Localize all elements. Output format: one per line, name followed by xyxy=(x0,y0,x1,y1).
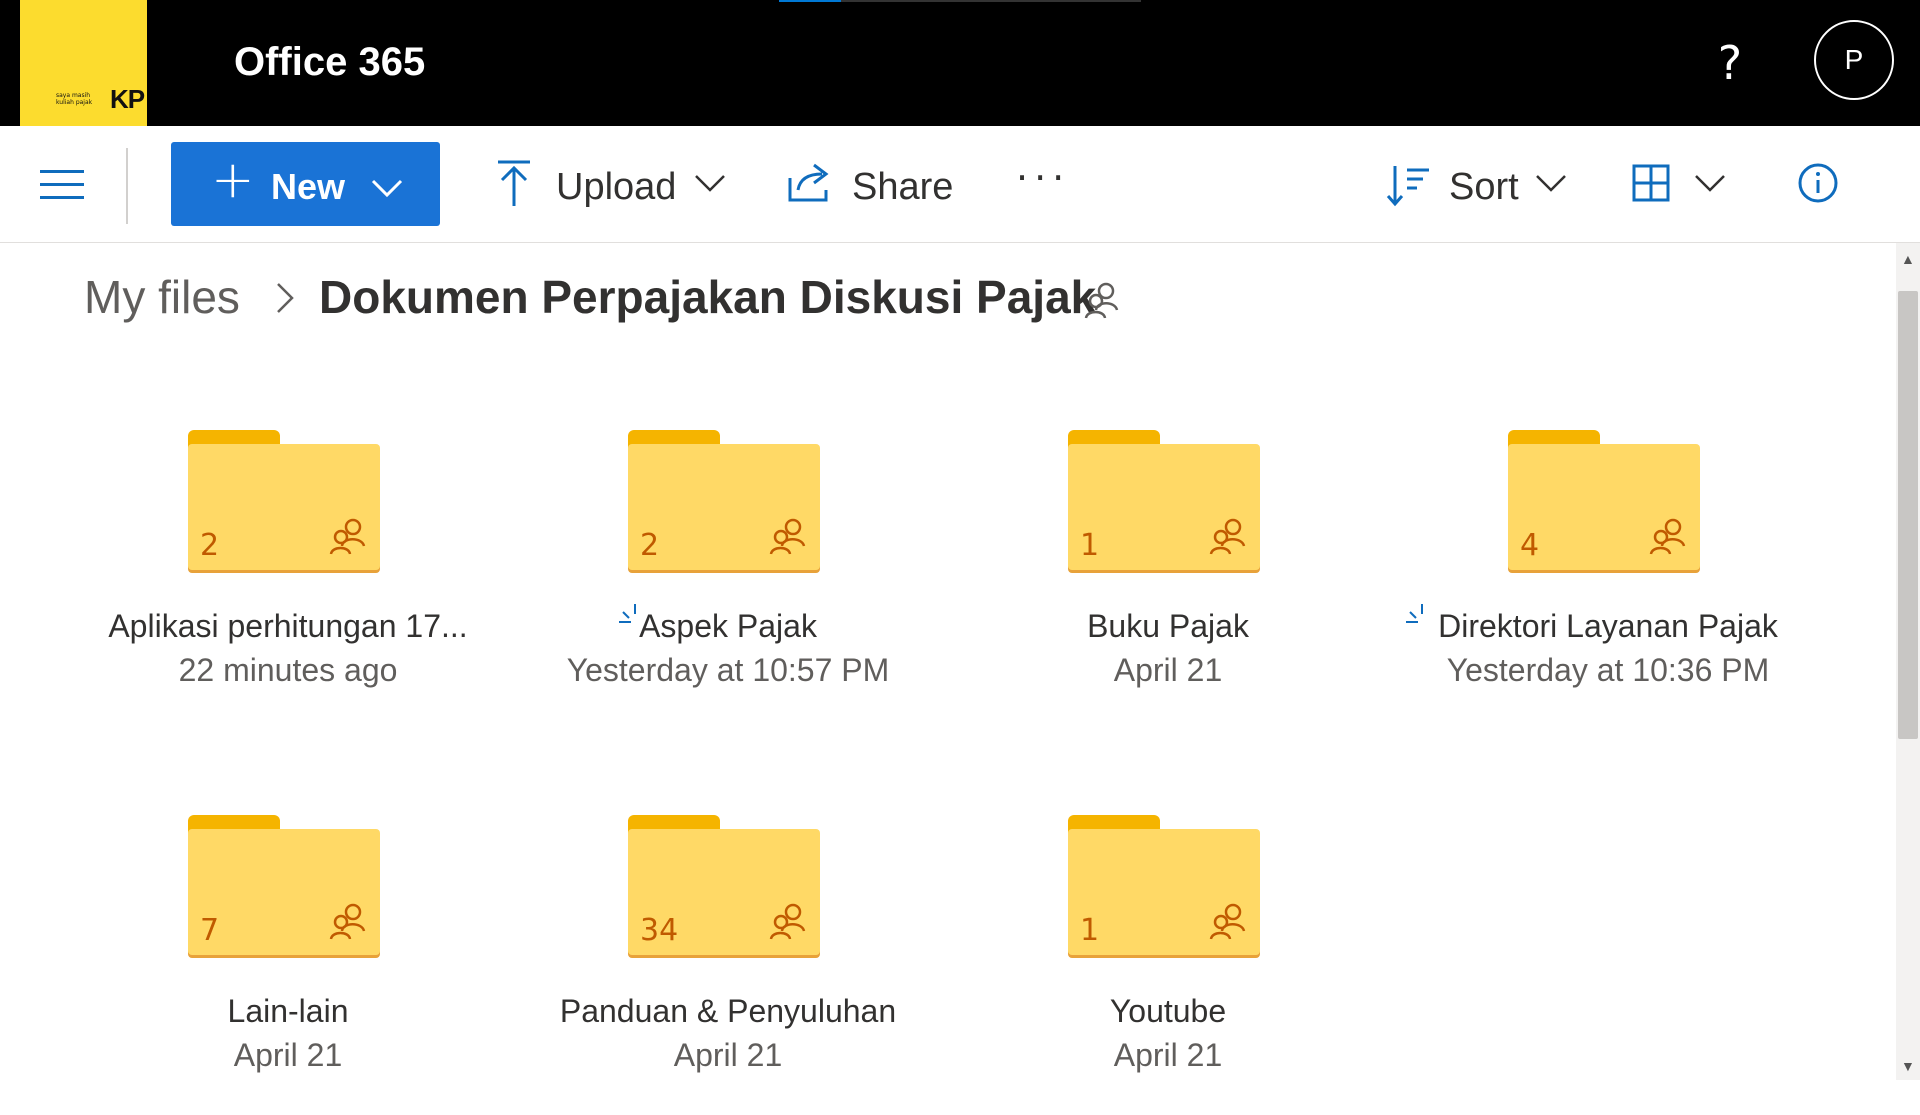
shared-people-icon xyxy=(1084,282,1119,319)
share-icon xyxy=(788,163,829,202)
avatar[interactable]: P xyxy=(1814,20,1894,100)
folder-name[interactable]: Aplikasi perhitungan 17... xyxy=(68,608,508,645)
folder-tile[interactable]: 4 Direktori Layanan Pajak Yesterday at 10:… xyxy=(1388,430,1828,730)
folder-icon[interactable]: 4 xyxy=(1508,430,1700,570)
folder-item-count: 1 xyxy=(1080,913,1100,948)
folder-icon[interactable]: 34 xyxy=(628,815,820,955)
folder-tile[interactable]: 1 Youtube April 21 xyxy=(948,815,1388,1115)
folder-item-count: 4 xyxy=(1520,528,1540,563)
hamburger-menu-icon[interactable] xyxy=(40,170,86,200)
share-label: Share xyxy=(852,166,954,208)
suite-header: saya masih kuliah pajak KP Office 365 ? … xyxy=(0,0,1920,126)
shared-people-icon xyxy=(328,516,368,561)
folder-name[interactable]: Panduan & Penyuluhan xyxy=(508,993,948,1030)
command-bar: + New Upload Share ··· Sort xyxy=(0,126,1920,243)
folder-item-count: 7 xyxy=(200,913,220,948)
upload-button[interactable]: Upload xyxy=(492,126,732,242)
scroll-down-icon[interactable]: ▼ xyxy=(1901,1058,1915,1074)
folder-name[interactable]: Aspek Pajak xyxy=(508,608,948,645)
folder-tile[interactable]: 2 Aplikasi perhitungan 17... 22 minutes ag… xyxy=(68,430,508,730)
folder-icon[interactable]: 2 xyxy=(188,430,380,570)
info-icon[interactable] xyxy=(1797,162,1839,204)
folder-name[interactable]: Direktori Layanan Pajak xyxy=(1388,608,1828,645)
breadcrumb-my-files[interactable]: My files xyxy=(84,270,240,324)
shared-people-icon xyxy=(1208,516,1248,561)
folder-icon[interactable]: 2 xyxy=(628,430,820,570)
toolbar-divider xyxy=(126,148,128,224)
view-options-button[interactable] xyxy=(1632,126,1732,242)
loading-progress-fill xyxy=(779,0,841,2)
folder-item-count: 34 xyxy=(640,913,679,948)
chevron-down-icon xyxy=(371,179,403,198)
vertical-scrollbar[interactable]: ▲ ▼ xyxy=(1896,243,1920,1080)
folder-modified-date: 22 minutes ago xyxy=(178,652,398,688)
folder-modified-date: April 21 xyxy=(233,1037,343,1073)
scroll-up-icon[interactable]: ▲ xyxy=(1901,251,1915,267)
folder-tile[interactable]: 7 Lain-lain April 21 xyxy=(68,815,508,1115)
shared-people-icon xyxy=(1208,901,1248,946)
new-button[interactable]: + New xyxy=(171,142,440,226)
chevron-down-icon xyxy=(1536,175,1566,192)
folder-icon[interactable]: 1 xyxy=(1068,430,1260,570)
brand-logo[interactable]: saya masih kuliah pajak KP xyxy=(20,0,147,126)
folder-item-count: 2 xyxy=(640,528,660,563)
shared-people-icon xyxy=(768,901,808,946)
sort-label: Sort xyxy=(1449,166,1519,208)
shared-people-icon xyxy=(1648,516,1688,561)
new-button-label: New xyxy=(271,166,346,207)
folder-name[interactable]: Lain-lain xyxy=(68,993,508,1030)
brand-tagline: saya masih kuliah pajak xyxy=(56,92,93,106)
folder-modified-date: April 21 xyxy=(1113,652,1223,688)
folder-modified-date: April 21 xyxy=(673,1037,783,1073)
upload-icon xyxy=(498,160,530,206)
folder-tile[interactable]: 34 Panduan & Penyuluhan April 21 xyxy=(508,815,948,1115)
folder-item-count: 2 xyxy=(200,528,220,563)
chevron-right-icon xyxy=(277,283,294,313)
folder-icon[interactable]: 1 xyxy=(1068,815,1260,955)
sort-icon xyxy=(1386,166,1429,207)
chevron-down-icon xyxy=(695,175,725,192)
sort-button[interactable]: Sort xyxy=(1385,126,1575,242)
scrollbar-thumb[interactable] xyxy=(1898,291,1918,739)
loading-progress-bar xyxy=(779,0,1141,2)
grid-view-icon xyxy=(1632,164,1670,202)
folder-tile[interactable]: 1 Buku Pajak April 21 xyxy=(948,430,1388,730)
shared-people-icon xyxy=(768,516,808,561)
shared-people-icon xyxy=(328,901,368,946)
folder-modified-date: Yesterday at 10:36 PM xyxy=(1446,652,1770,688)
folder-name[interactable]: Youtube xyxy=(948,993,1388,1030)
folder-item-count: 1 xyxy=(1080,528,1100,563)
folder-icon[interactable]: 7 xyxy=(188,815,380,955)
brand-logo-text: KP xyxy=(110,84,145,114)
folder-tile[interactable]: 2 Aspek Pajak Yesterday at 10:57 PM xyxy=(508,430,948,730)
breadcrumb-current-folder[interactable]: Dokumen Perpajakan Diskusi Pajak xyxy=(319,270,1096,324)
folder-modified-date: April 21 xyxy=(1113,1037,1223,1073)
folder-modified-date: Yesterday at 10:57 PM xyxy=(566,652,890,688)
folder-name[interactable]: Buku Pajak xyxy=(948,608,1388,645)
plus-icon: + xyxy=(211,150,255,210)
share-button[interactable]: Share xyxy=(786,126,986,242)
upload-label: Upload xyxy=(556,166,677,208)
more-options-icon[interactable]: ··· xyxy=(1016,156,1070,200)
help-icon[interactable]: ? xyxy=(1710,34,1750,92)
chevron-down-icon xyxy=(1695,175,1725,192)
app-title[interactable]: Office 365 xyxy=(234,40,425,85)
